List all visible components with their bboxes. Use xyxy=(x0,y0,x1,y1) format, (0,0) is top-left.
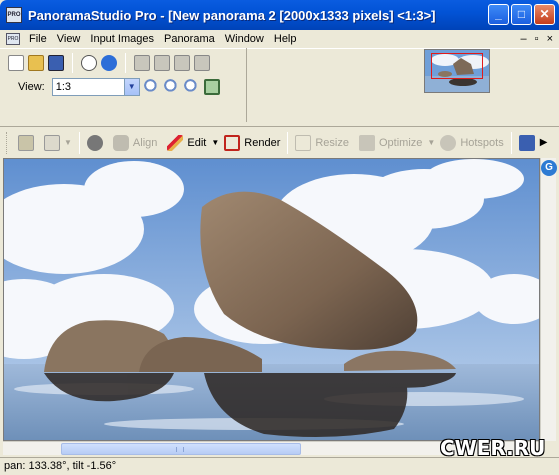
navigator-toggle-icon[interactable]: G xyxy=(541,160,557,176)
zoom-in-icon[interactable] xyxy=(143,79,160,95)
viewport-indicator[interactable] xyxy=(431,53,483,79)
optimize-button[interactable]: Optimize xyxy=(354,131,427,155)
rotate-left-icon[interactable] xyxy=(134,55,150,71)
mirror-icon[interactable] xyxy=(194,55,210,71)
scrollbar-thumb[interactable] xyxy=(61,443,301,455)
gear-icon xyxy=(86,134,103,151)
new-file-icon[interactable] xyxy=(8,55,24,71)
edit-dropdown-chevron-icon[interactable]: ▼ xyxy=(211,138,219,147)
menu-panorama[interactable]: Panorama xyxy=(159,33,220,45)
menu-bar: PRO File View Input Images Panorama Wind… xyxy=(0,30,559,48)
mdi-close-button[interactable]: × xyxy=(547,30,553,48)
resize-button[interactable]: Resize xyxy=(290,131,354,155)
minimize-button[interactable]: _ xyxy=(488,4,509,25)
resize-icon xyxy=(295,134,312,151)
render-button[interactable]: Render xyxy=(219,131,285,155)
zoom-value: 1:3 xyxy=(55,81,71,93)
pencil-icon xyxy=(167,134,184,151)
save-panorama-button[interactable] xyxy=(514,131,540,155)
toolbar-grip[interactable] xyxy=(6,131,9,154)
document-icon[interactable]: PRO xyxy=(6,33,20,45)
crop-icon xyxy=(224,134,241,151)
edit-button[interactable]: Edit xyxy=(162,131,211,155)
panorama-viewer[interactable] xyxy=(3,158,540,441)
save-icon[interactable] xyxy=(48,55,64,71)
app-icon[interactable]: PRO xyxy=(6,7,22,23)
optimize-icon xyxy=(358,134,375,151)
menu-input-images[interactable]: Input Images xyxy=(85,33,159,45)
status-text: pan: 133.38°, tilt -1.56° xyxy=(4,460,117,472)
mdi-restore-button[interactable]: ▫ xyxy=(535,30,539,48)
view-label: View: xyxy=(18,81,45,93)
info-icon[interactable] xyxy=(81,55,97,71)
zoom-actual-icon[interactable] xyxy=(183,79,200,95)
chevron-down-icon[interactable]: ▼ xyxy=(123,79,139,95)
menu-help[interactable]: Help xyxy=(269,33,302,45)
resize-label: Resize xyxy=(315,136,349,149)
rotate-right-icon[interactable] xyxy=(154,55,170,71)
help-icon[interactable] xyxy=(101,55,117,71)
optimize-dropdown-chevron-icon[interactable]: ▼ xyxy=(427,138,435,147)
zoom-select[interactable]: 1:3 ▼ xyxy=(51,78,140,96)
close-button[interactable]: ✕ xyxy=(534,4,555,25)
main-toolbar: ▼ Align Edit ▼ Render Resize Optimize ▼ … xyxy=(0,126,559,158)
render-label: Render xyxy=(244,136,281,149)
image-list-button[interactable]: ▼ xyxy=(39,131,77,155)
hotspot-icon xyxy=(440,134,457,151)
navigator-thumbnail[interactable] xyxy=(424,49,490,93)
vertical-scrollbar[interactable]: G xyxy=(540,158,557,441)
folder-icon xyxy=(18,134,34,151)
flip-icon[interactable] xyxy=(174,55,190,71)
menu-file[interactable]: File xyxy=(24,33,52,45)
align-label: Align xyxy=(132,136,158,149)
title-bar[interactable]: PRO PanoramaStudio Pro - [New panorama 2… xyxy=(0,0,559,30)
open-folder-icon[interactable] xyxy=(28,55,44,71)
menu-window[interactable]: Window xyxy=(220,33,269,45)
edit-label: Edit xyxy=(187,136,207,149)
image-list-icon xyxy=(44,134,60,151)
align-icon xyxy=(112,134,129,151)
maximize-button[interactable]: □ xyxy=(511,4,532,25)
watermark-logo: CWER.RU xyxy=(440,436,546,460)
window-title: PanoramaStudio Pro - [New panorama 2 [20… xyxy=(28,7,436,23)
menu-view[interactable]: View xyxy=(52,33,86,45)
mdi-minimize-button[interactable]: – xyxy=(521,30,527,48)
hotspots-button[interactable]: Hotspots xyxy=(435,131,508,155)
optimize-label: Optimize xyxy=(378,136,423,149)
zoom-out-icon[interactable] xyxy=(163,79,180,95)
toolbar-overflow-chevron-icon[interactable]: ▶ xyxy=(540,137,548,148)
zoom-fit-icon[interactable] xyxy=(203,79,220,95)
save-icon xyxy=(518,134,535,151)
settings-button[interactable] xyxy=(82,131,108,155)
navigator-panel xyxy=(246,48,559,122)
align-button[interactable]: Align xyxy=(108,131,162,155)
add-images-button[interactable] xyxy=(13,131,39,155)
hotspots-label: Hotspots xyxy=(460,136,504,149)
